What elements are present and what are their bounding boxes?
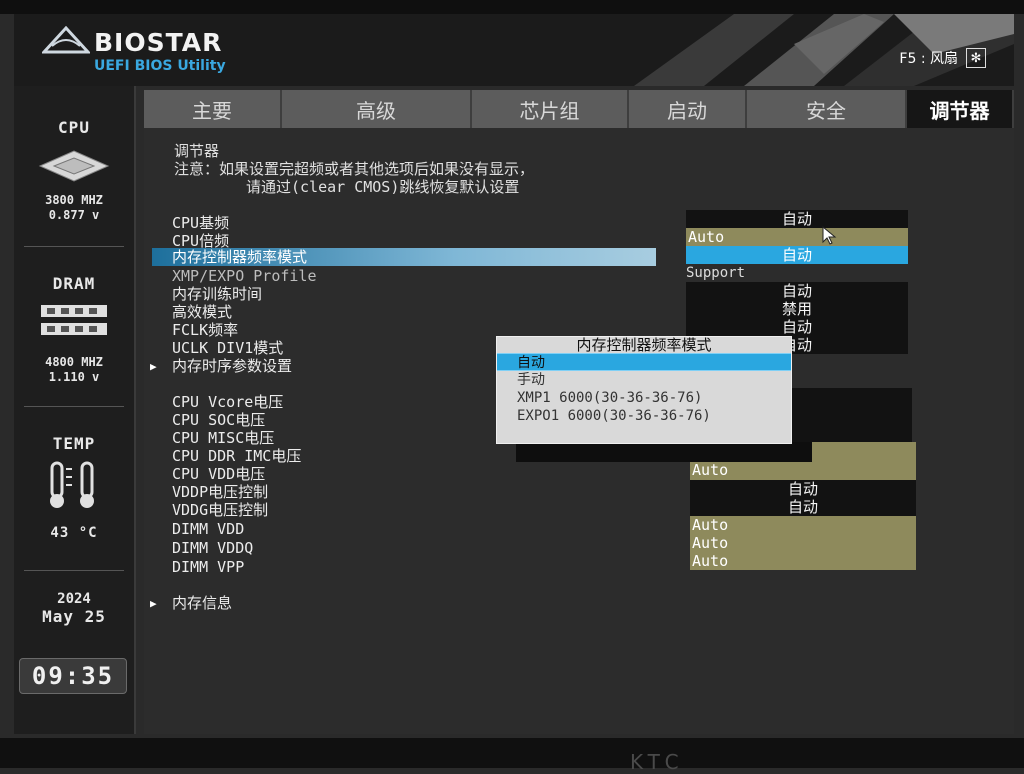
dram-frequency: 4800 MHZ: [45, 355, 103, 369]
value-dimm-vpp[interactable]: Auto: [690, 552, 916, 570]
sidebar-divider: [24, 246, 124, 247]
value-dimm-vddq[interactable]: Auto: [690, 534, 916, 552]
popup-shadow: [516, 442, 812, 462]
popup-option-xmp1[interactable]: XMP1 6000(30-36-36-76): [497, 389, 791, 407]
submenu-arrow-icon: ▶: [150, 360, 157, 373]
date-month-day: May 25: [42, 607, 106, 626]
note-line-2: 请通过(clear CMOS)跳线恢复默认设置: [246, 178, 520, 196]
menu-dimm-vddq[interactable]: DIMM VDDQ: [172, 539, 253, 557]
bios-subtitle: UEFI BIOS Utility: [94, 58, 226, 74]
value-fclk-frequency[interactable]: 自动: [686, 318, 908, 336]
bios-header: BIOSTAR UEFI BIOS Utility F5 : 风扇 ✻: [14, 14, 1014, 86]
tab-security[interactable]: 安全: [747, 90, 907, 128]
popup-option-auto[interactable]: 自动: [497, 353, 791, 371]
value-dimm-vdd[interactable]: Auto: [690, 516, 916, 534]
menu-mem-training-time[interactable]: 内存训练时间: [172, 285, 262, 303]
thermometer-icon: [50, 461, 94, 508]
temp-section: TEMP 43 °C: [14, 434, 134, 541]
tab-main[interactable]: 主要: [144, 90, 282, 128]
clock-display: 09:35: [19, 658, 127, 694]
dram-module-icon: [41, 305, 107, 335]
page-description: 调节器 注意：如果设置完超频或者其他选项后如果没有显示， 请通过(clear C…: [174, 142, 534, 196]
sidebar-divider: [24, 406, 124, 407]
dram-section: DRAM 4800 MHZ 1.110 v: [14, 274, 134, 385]
menu-cpu-vdd-voltage[interactable]: CPU VDD电压: [172, 465, 265, 483]
menu-cpu-vcore-voltage[interactable]: CPU Vcore电压: [172, 393, 283, 411]
system-status-sidebar: CPU 3800 MHZ 0.877 v DRAM 4800 MHZ 1.110…: [14, 86, 136, 734]
sidebar-divider: [24, 570, 124, 571]
tab-chipset[interactable]: 芯片组: [472, 90, 629, 128]
fan-icon: ✻: [966, 48, 986, 68]
date-year: 2024: [57, 591, 91, 607]
brand-name: BIOSTAR: [94, 28, 223, 57]
monitor-bezel-top: [0, 0, 1024, 14]
value-efficiency-mode[interactable]: 禁用: [686, 300, 908, 318]
note-line-1: 注意：如果设置完超频或者其他选项后如果没有显示，: [174, 160, 535, 178]
biostar-logo-icon: [42, 26, 90, 54]
tab-advanced[interactable]: 高级: [282, 90, 472, 128]
fan-hotkey-label: F5 : 风扇: [899, 51, 958, 67]
tab-bar: 主要 高级 芯片组 启动 安全 调节器: [144, 90, 1014, 128]
option-popup: 内存控制器频率模式 自动 手动 XMP1 6000(30-36-36-76) E…: [496, 336, 792, 444]
tab-tweaker[interactable]: 调节器: [907, 90, 1014, 128]
page-title: 调节器: [174, 142, 220, 160]
monitor-brand: KTC: [630, 750, 685, 774]
cpu-section: CPU 3800 MHZ 0.877 v: [14, 118, 134, 223]
popup-option-expo1[interactable]: EXPO1 6000(30-36-36-76): [497, 407, 791, 425]
cpu-chip-icon: [38, 150, 110, 182]
cpu-voltage: 0.877 v: [48, 208, 100, 222]
submenu-arrow-icon: ▶: [150, 597, 157, 610]
value-mem-training-time[interactable]: 自动: [686, 282, 908, 300]
menu-dimm-vdd[interactable]: DIMM VDD: [172, 520, 244, 538]
menu-vddg-voltage-control[interactable]: VDDG电压控制: [172, 501, 268, 519]
menu-dimm-vpp[interactable]: DIMM VPP: [172, 558, 244, 576]
menu-fclk-frequency[interactable]: FCLK频率: [172, 321, 238, 339]
monitor-bezel-bottom: KTC: [0, 738, 1024, 774]
popup-option-manual[interactable]: 手动: [497, 371, 791, 389]
menu-uclk-div1-mode[interactable]: UCLK DIV1模式: [172, 339, 283, 357]
value-vddg-voltage-control[interactable]: 自动: [690, 498, 916, 516]
value-mem-controller-mode[interactable]: 自动: [686, 246, 908, 264]
fan-hotkey-hint[interactable]: F5 : 风扇 ✻: [899, 48, 986, 68]
temp-value: 43 °C: [50, 525, 98, 541]
cpu-title: CPU: [58, 118, 90, 137]
menu-vddp-voltage-control[interactable]: VDDP电压控制: [172, 483, 268, 501]
menu-efficiency-mode[interactable]: 高效模式: [172, 303, 232, 321]
value-cpu-base-clock[interactable]: 自动: [686, 210, 908, 228]
temp-title: TEMP: [52, 434, 96, 453]
dram-title: DRAM: [52, 274, 96, 293]
main-panel: 主要 高级 芯片组 启动 安全 调节器 调节器 注意：如果设置完超频或者其他选项…: [144, 90, 1014, 734]
value-vddp-voltage-control[interactable]: 自动: [690, 480, 916, 498]
value-xmp-expo-profile: Support: [686, 265, 746, 281]
menu-cpu-soc-voltage[interactable]: CPU SOC电压: [172, 411, 265, 429]
dram-voltage: 1.110 v: [48, 370, 100, 384]
mouse-cursor-icon: [822, 226, 837, 245]
popup-title: 内存控制器频率模式: [576, 336, 712, 354]
menu-mem-timing-settings[interactable]: 内存时序参数设置: [172, 357, 292, 375]
menu-cpu-misc-voltage[interactable]: CPU MISC电压: [172, 429, 274, 447]
menu-memory-info[interactable]: 内存信息: [172, 594, 232, 612]
menu-cpu-ddr-imc-voltage[interactable]: CPU DDR IMC电压: [172, 447, 301, 465]
menu-mem-controller-mode[interactable]: 内存控制器频率模式: [152, 248, 656, 266]
menu-cpu-base-clock[interactable]: CPU基频: [172, 214, 229, 232]
tab-boot[interactable]: 启动: [629, 90, 747, 128]
value-cpu-ratio[interactable]: Auto: [686, 228, 908, 246]
cpu-frequency: 3800 MHZ: [45, 193, 103, 207]
menu-xmp-expo-profile[interactable]: XMP/EXPO Profile: [172, 267, 317, 285]
date-section: 2024 May 25: [14, 591, 134, 627]
